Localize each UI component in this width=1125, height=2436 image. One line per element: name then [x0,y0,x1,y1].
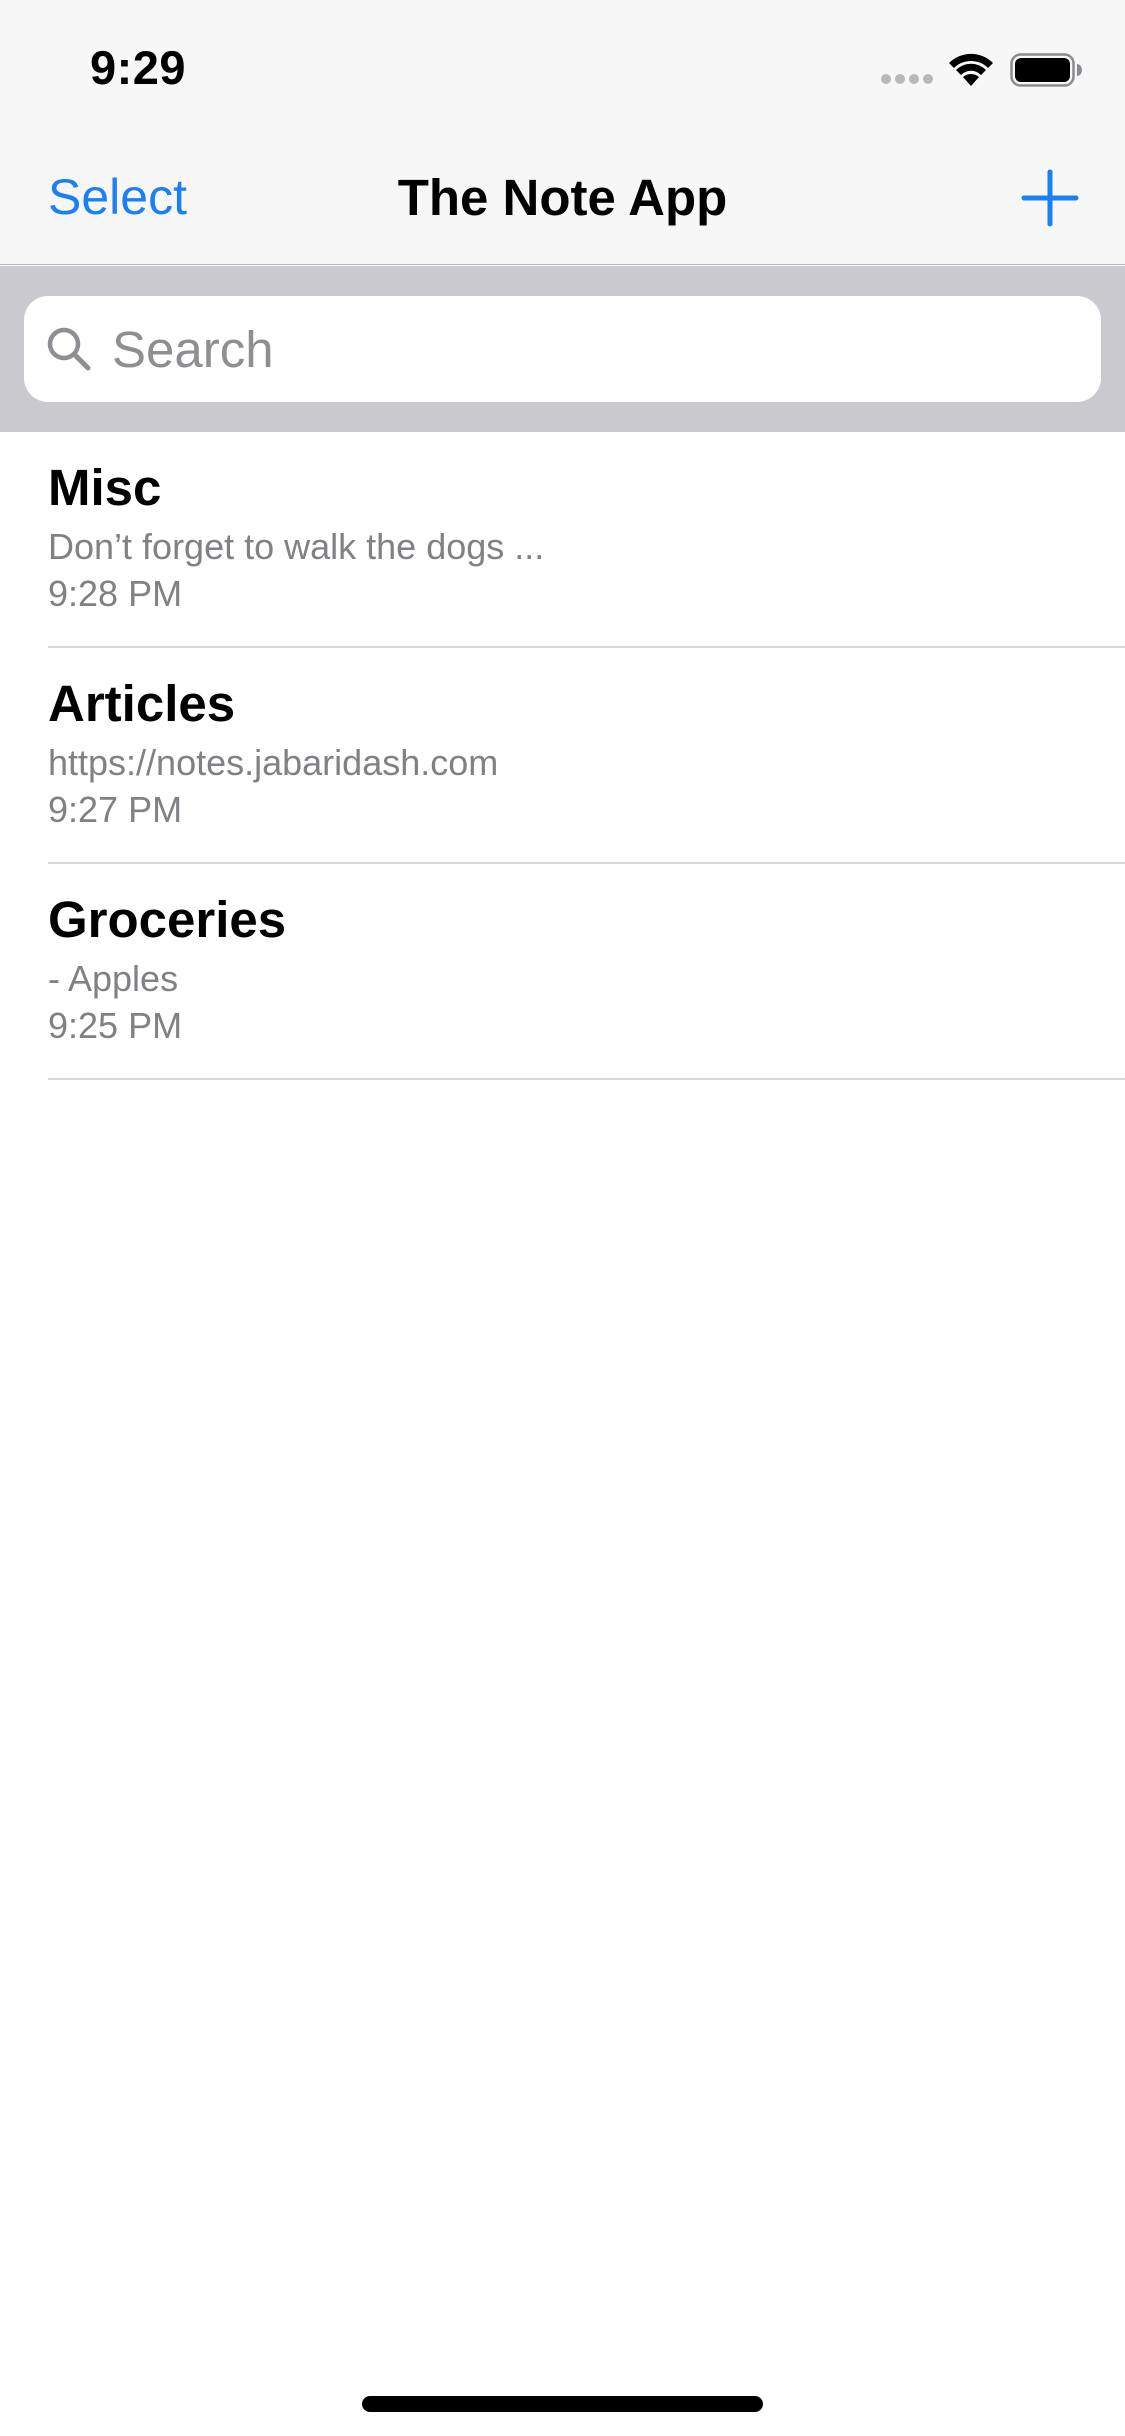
status-time: 9:29 [90,41,187,94]
note-timestamp: 9:25 PM [48,1005,183,1046]
add-note-button[interactable] [1020,168,1080,228]
note-preview: Don’t forget to walk the dogs ... [48,526,545,567]
notes-list: Misc Don’t forget to walk the dogs ... 9… [0,432,1125,1080]
note-title: Articles [48,675,236,732]
search-input[interactable] [112,314,1072,384]
navigation-bar: The Note App Select [0,132,1125,265]
note-title: Groceries [48,891,287,948]
wifi-icon [949,53,993,86]
note-row-misc[interactable]: Misc Don’t forget to walk the dogs ... 9… [0,432,1125,648]
note-row-groceries[interactable]: Groceries - Apples 9:25 PM [0,864,1125,1080]
home-indicator[interactable] [362,2396,763,2412]
note-preview: https://notes.jabaridash.com [48,742,499,783]
search-field[interactable] [24,296,1101,402]
note-timestamp: 9:27 PM [48,789,183,830]
notes-screen: 9:29 The Note App Select Search Misc Don… [0,0,1125,2436]
note-timestamp: 9:28 PM [48,573,183,614]
note-row-articles[interactable]: Articles https://notes.jabaridash.com 9:… [0,648,1125,864]
plus-icon [1021,169,1079,227]
note-title: Misc [48,459,162,516]
magnifying-glass-icon [47,327,91,371]
battery-icon [1010,53,1082,87]
status-bar: 9:29 [0,0,1125,132]
cellular-signal-icon [881,74,933,84]
note-preview: - Apples [48,958,179,999]
select-button[interactable]: Select [48,168,187,226]
search-bar-container [0,266,1125,432]
